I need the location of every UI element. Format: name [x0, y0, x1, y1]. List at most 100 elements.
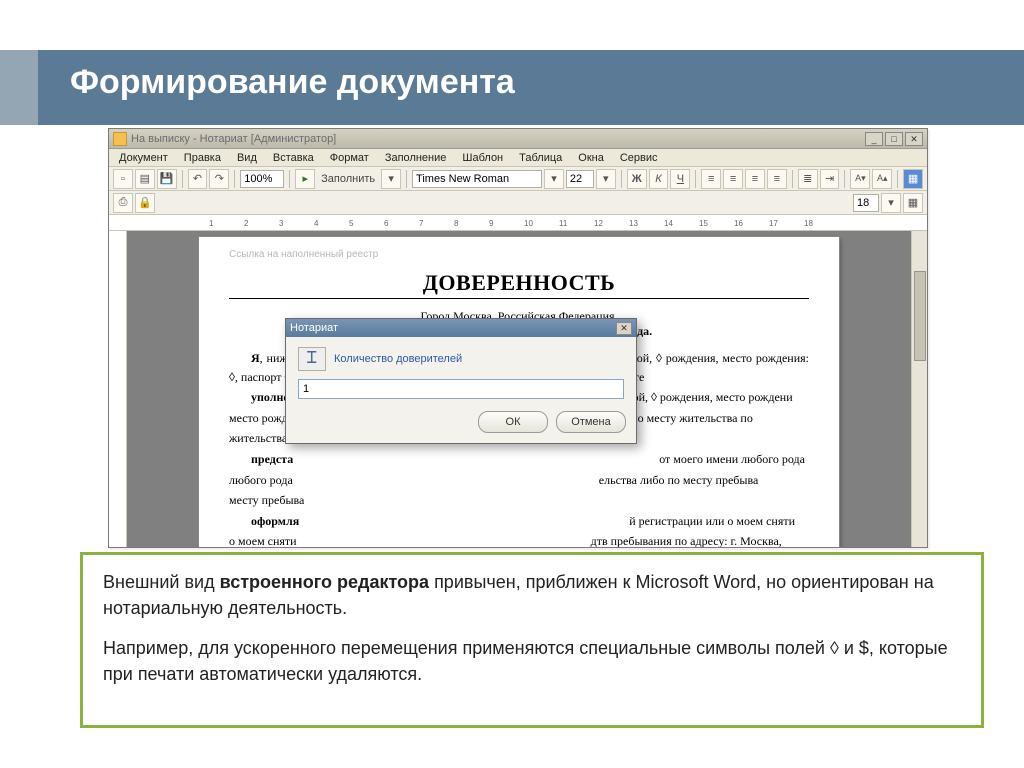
redo-icon[interactable]: ↷	[209, 169, 229, 189]
align-center-icon[interactable]: ≡	[723, 169, 743, 189]
bold-button[interactable]: Ж	[627, 169, 647, 189]
ruler-horizontal: 1 2 3 4 5 6 7 8 9 10 11 12 13 14 15 16 1…	[109, 215, 927, 231]
extra-icon[interactable]: ▦	[903, 193, 923, 213]
open-icon[interactable]: ▤	[135, 169, 155, 189]
ruler-num: 15	[699, 219, 708, 228]
close-button[interactable]: ✕	[905, 132, 923, 146]
right-size-input[interactable]	[853, 194, 879, 212]
menu-view[interactable]: Вид	[231, 151, 263, 165]
font-size-input[interactable]	[566, 170, 594, 188]
menu-template[interactable]: Шаблон	[456, 151, 509, 165]
ruler-num: 8	[454, 219, 458, 228]
menu-insert[interactable]: Вставка	[267, 151, 320, 165]
underline-button[interactable]: Ч	[670, 169, 690, 189]
menu-service[interactable]: Сервис	[614, 151, 664, 165]
align-right-icon[interactable]: ≡	[745, 169, 765, 189]
dialog-close-button[interactable]: ✕	[616, 322, 632, 335]
caption-box: Внешний вид встроенного редактора привыч…	[80, 552, 984, 728]
window-title: На выписку - Нотариат [Администратор]	[131, 133, 865, 145]
ruler-num: 13	[629, 219, 638, 228]
dialog-title: Нотариат	[290, 322, 338, 334]
insert-field-icon[interactable]: ▦	[903, 169, 923, 189]
ruler-num: 10	[524, 219, 533, 228]
align-left-icon[interactable]: ≡	[701, 169, 721, 189]
ruler-num: 6	[384, 219, 388, 228]
minimize-button[interactable]: _	[865, 132, 883, 146]
fill-dropdown-icon[interactable]: ▾	[381, 169, 401, 189]
ok-button[interactable]: ОК	[478, 411, 548, 433]
menu-format[interactable]: Формат	[324, 151, 375, 165]
page-hint: Ссылка на наполненный реестр	[229, 249, 809, 260]
separator	[695, 170, 696, 188]
ruler-num: 9	[489, 219, 493, 228]
dialog-titlebar[interactable]: Нотариат ✕	[286, 319, 636, 337]
menubar: Документ Правка Вид Вставка Формат Запол…	[109, 149, 927, 167]
scrollbar-thumb[interactable]	[914, 271, 926, 361]
fill-label[interactable]: Заполнить	[317, 173, 379, 185]
font-dropdown-icon[interactable]: ▾	[544, 169, 564, 189]
menu-edit[interactable]: Правка	[178, 151, 227, 165]
app-icon	[113, 132, 127, 146]
new-icon[interactable]: ▫	[113, 169, 133, 189]
dialog-footer: ОК Отмена	[286, 405, 636, 443]
slide-title: Формирование документа	[70, 63, 515, 102]
menu-fill[interactable]: Заполнение	[379, 151, 453, 165]
toolbar-main: ▫ ▤ 💾 ↶ ↷ ▸ Заполнить ▾ ▾ ▾ Ж К Ч ≡ ≡ ≡	[109, 167, 927, 191]
ruler-num: 14	[664, 219, 673, 228]
doc-para: оформляxxxxxxxxxxxxxxxxxxxxxxxxxxxxxxxxx…	[229, 512, 809, 531]
menu-document[interactable]: Документ	[113, 151, 174, 165]
size-dropdown-icon[interactable]: ▾	[596, 169, 616, 189]
doc-para: месту пребыва	[229, 491, 809, 510]
window-titlebar: На выписку - Нотариат [Администратор] _ …	[109, 129, 927, 149]
print-icon[interactable]: ⎙	[113, 193, 133, 213]
vertical-scrollbar[interactable]	[911, 231, 927, 547]
maximize-button[interactable]: □	[885, 132, 903, 146]
menu-table[interactable]: Таблица	[513, 151, 568, 165]
caption-para-1: Внешний вид встроенного редактора привыч…	[103, 569, 961, 621]
ruler-num: 11	[559, 219, 567, 228]
font-name-input[interactable]	[412, 170, 542, 188]
font-dec-icon[interactable]: A▾	[850, 169, 870, 189]
caption-para-2: Например, для ускоренного перемещения пр…	[103, 635, 961, 687]
indent-icon[interactable]: ⇥	[820, 169, 840, 189]
dialog-body: Ꮖ Количество доверителей	[286, 337, 636, 405]
window-buttons: _ □ ✕	[865, 132, 923, 146]
menu-windows[interactable]: Окна	[572, 151, 610, 165]
undo-icon[interactable]: ↶	[188, 169, 208, 189]
doc-para: любого родаxxxxxxxxxxxxxxxxxxxxxxxxxxxxx…	[229, 471, 809, 490]
zoom-input[interactable]	[240, 170, 284, 188]
separator	[844, 170, 845, 188]
separator	[406, 170, 407, 188]
toolbar-secondary: ⎙ 🔒 ▾ ▦	[109, 191, 927, 215]
dialog-field-label: Количество доверителей	[334, 353, 462, 365]
ruler-num: 1	[209, 219, 213, 228]
ruler-num: 18	[804, 219, 813, 228]
cancel-button[interactable]: Отмена	[556, 411, 626, 433]
doc-para: о моем снятиxxxxxxxxxxxxxxxxxxxxxxxxxxxx…	[229, 532, 809, 547]
dialog-count-input[interactable]	[298, 379, 624, 399]
ruler-num: 5	[349, 219, 353, 228]
ruler-num: 7	[419, 219, 423, 228]
fill-icon[interactable]: ▸	[295, 169, 315, 189]
ruler-num: 12	[594, 219, 603, 228]
text-cursor-icon: Ꮖ	[298, 347, 326, 371]
italic-button[interactable]: К	[649, 169, 669, 189]
separator	[621, 170, 622, 188]
separator	[234, 170, 235, 188]
ruler-num: 16	[734, 219, 743, 228]
separator	[182, 170, 183, 188]
ruler-num: 3	[279, 219, 283, 228]
dialog-notariat: Нотариат ✕ Ꮖ Количество доверителей ОК О…	[285, 318, 637, 444]
align-justify-icon[interactable]: ≡	[767, 169, 787, 189]
ruler-num: 4	[314, 219, 318, 228]
separator	[897, 170, 898, 188]
doc-para: предстаxxxxxxxxxxxxxxxxxxxxxxxxxxxxxxxxx…	[229, 450, 809, 469]
right-dropdown-icon[interactable]: ▾	[881, 193, 901, 213]
slide: Формирование документа На выписку - Нота…	[0, 0, 1024, 768]
font-inc-icon[interactable]: A▴	[872, 169, 892, 189]
ruler-vertical	[109, 231, 127, 547]
doc-heading: ДОВЕРЕННОСТЬ	[229, 270, 809, 299]
save-icon[interactable]: 💾	[157, 169, 177, 189]
list-icon[interactable]: ≣	[798, 169, 818, 189]
lock-icon[interactable]: 🔒	[135, 193, 155, 213]
